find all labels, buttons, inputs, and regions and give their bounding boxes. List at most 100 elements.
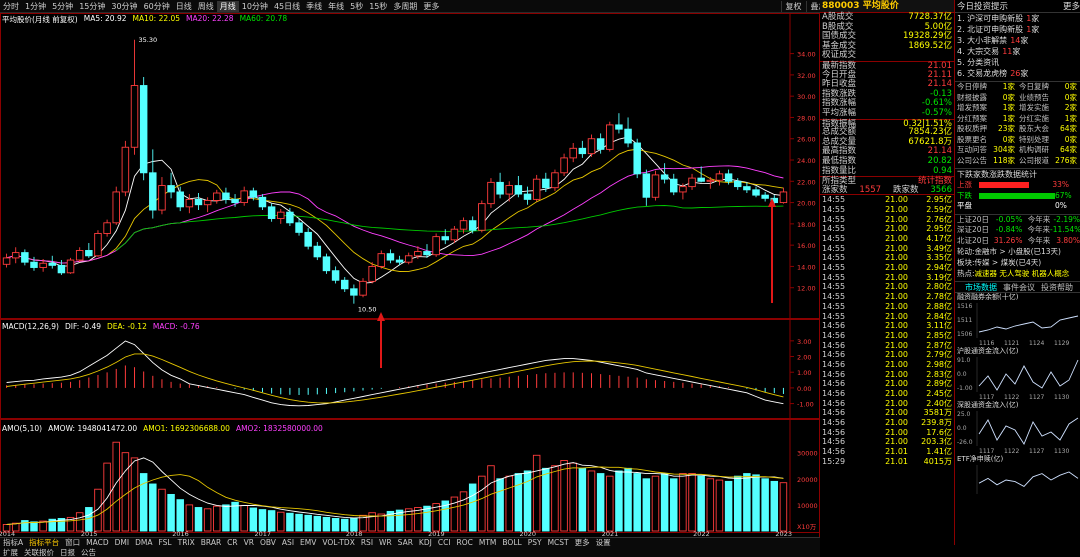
stat-label[interactable]: 互动问答	[957, 145, 991, 156]
indicator-tab[interactable]: BOLL	[499, 538, 524, 548]
mini-x-tick: 1122	[1004, 394, 1019, 401]
candle	[185, 198, 194, 208]
indicator-tab[interactable]: 更多	[572, 538, 593, 548]
timeframe-tab[interactable]: 季线	[303, 1, 325, 12]
info-tab[interactable]: 事件会议	[1003, 282, 1035, 292]
indicator-tab[interactable]: MTM	[476, 538, 500, 548]
macd-tick: 0.00	[797, 385, 811, 393]
stat-label[interactable]: 机构调研	[1015, 145, 1053, 156]
indicator-tab[interactable]: CCI	[435, 538, 454, 548]
indicator-tab[interactable]: TRIX	[175, 538, 198, 548]
tick-time: 14:55	[822, 195, 846, 205]
news-item[interactable]: 6. 交易龙虎榜 26家	[955, 68, 1080, 79]
price-tick: 14.00	[797, 263, 816, 271]
stat-label[interactable]: 业绩预告	[1015, 93, 1053, 104]
indicator-tab[interactable]: VOL-TDX	[319, 538, 357, 548]
news-text: 2. 北证可申购新股	[957, 25, 1024, 34]
timeframe-tab[interactable]: 45日线	[271, 1, 303, 12]
tick-volume: 203.3亿	[921, 437, 952, 447]
indicator-tab[interactable]: KDJ	[416, 538, 435, 548]
indicator-tab[interactable]: DMA	[132, 538, 155, 548]
indicator-tab[interactable]: MCST	[545, 538, 572, 548]
stat-label[interactable]: 公司报道	[1015, 156, 1053, 167]
tick-time: 14:55	[822, 204, 846, 214]
timeframe-tab[interactable]: 5秒	[347, 1, 366, 12]
candle	[213, 192, 221, 201]
amo-bar	[724, 480, 733, 532]
indicator-tab[interactable]: ASI	[279, 538, 297, 548]
info-tab[interactable]: 投资帮助	[1041, 282, 1073, 292]
indicator-tab[interactable]: EMV	[297, 538, 319, 548]
indicator-tab[interactable]: 窗口	[62, 538, 83, 548]
news-item[interactable]: 1. 沪深可申购新股 1家	[955, 13, 1080, 24]
tool-button[interactable]: 复权	[780, 0, 806, 12]
indicator-tab[interactable]: WR	[376, 538, 395, 548]
amo-bar	[697, 475, 705, 532]
tick-volume: 4015万	[923, 456, 952, 466]
news-item[interactable]: 3. 大小非解禁 14家	[955, 35, 1080, 46]
timeframe-tab[interactable]: 周线	[195, 1, 217, 12]
news-unit: 家	[1012, 47, 1021, 56]
tick-row: 14:55 21.00 4.17亿	[820, 234, 954, 244]
tick-row: 15:29 21.01 4015万	[820, 457, 954, 467]
timeframe-tab[interactable]: 15分钟	[76, 1, 108, 12]
indicator-tab[interactable]: FSL	[155, 538, 174, 548]
timeframe-tab[interactable]: 日线	[173, 1, 195, 12]
tick-list[interactable]: 14:55 21.00 2.95亿 14:55 21.00 2.59亿 14:55 21.00…	[820, 195, 954, 466]
indicator-tab[interactable]: OBV	[257, 538, 279, 548]
timeframe-tab[interactable]: 5分钟	[49, 1, 76, 12]
stat-label[interactable]: 特别处理	[1015, 135, 1053, 146]
bottom-tab[interactable]: 公告	[78, 548, 99, 557]
amo-bar	[121, 452, 130, 532]
timeframe-tab[interactable]: 分时	[0, 1, 22, 12]
candle	[340, 279, 349, 290]
kline-chart-area[interactable]: 平均股价(月线 前复权) MA5: 20.92 MA10: 22.05 MA20…	[0, 13, 820, 538]
mini-x-tick: 1127	[1029, 448, 1044, 455]
bottom-tab[interactable]: 扩展	[0, 548, 21, 557]
stat-label[interactable]: 增发预案	[957, 103, 991, 114]
info-tab[interactable]: 市场数据	[965, 282, 997, 292]
indicator-tab[interactable]: 指标A	[0, 538, 26, 548]
stat-label[interactable]: 股票更名	[957, 135, 991, 146]
amo-bar	[267, 510, 276, 532]
tick-volume: 2.83亿	[926, 369, 952, 379]
indicator-tab[interactable]: SAR	[395, 538, 416, 548]
timeframe-tab[interactable]: 10分钟	[239, 1, 271, 12]
indicator-tab[interactable]: PSY	[525, 538, 545, 548]
stat-label[interactable]: 今日停牌	[957, 82, 991, 93]
stat-label[interactable]: 分红预案	[957, 114, 991, 125]
indicator-tab[interactable]: MACD	[83, 538, 111, 548]
bottom-tab[interactable]: 关联报价	[21, 548, 57, 557]
stat-label[interactable]: 财报披露	[957, 93, 991, 104]
timeframe-tab[interactable]: 1分钟	[22, 1, 49, 12]
timeframe-tab[interactable]: 月线	[216, 0, 239, 12]
indicator-tab[interactable]: 指标平台	[26, 538, 62, 548]
timeframe-tab[interactable]: 年线	[325, 1, 347, 12]
news-item[interactable]: 2. 北证可申购新股 1家	[955, 24, 1080, 35]
amo-bar	[21, 520, 29, 532]
timeframe-tab[interactable]: 30分钟	[108, 1, 140, 12]
timeframe-tab[interactable]: 多周期	[390, 1, 420, 12]
hot-value[interactable]: 减速器 无人驾驶 机器人概念	[975, 269, 1070, 278]
stat-label[interactable]: 公司公告	[957, 156, 991, 167]
indicator-tab[interactable]: VR	[241, 538, 257, 548]
news-item[interactable]: 5. 分类资讯	[955, 57, 1080, 68]
info-more-link[interactable]: 更多	[1063, 0, 1080, 12]
stat-label[interactable]: 今日复牌	[1015, 82, 1053, 93]
stat-label[interactable]: 股权质押	[957, 124, 991, 135]
indicator-tab[interactable]: ROC	[454, 538, 476, 548]
indicator-tab[interactable]: DMI	[112, 538, 132, 548]
bottom-tab[interactable]: 日报	[57, 548, 78, 557]
tick-price: 21.00	[885, 350, 908, 360]
indicator-tab[interactable]: RSI	[358, 538, 376, 548]
indicator-tab[interactable]: CR	[224, 538, 240, 548]
timeframe-tab[interactable]: 60分钟	[141, 1, 173, 12]
stat-label[interactable]: 增发实施	[1015, 103, 1053, 114]
stat-label[interactable]: 分红实施	[1015, 114, 1053, 125]
stat-label[interactable]: 股东大会	[1015, 124, 1053, 135]
timeframe-tab[interactable]: 15秒	[366, 1, 390, 12]
indicator-tab[interactable]: 设置	[593, 538, 614, 548]
timeframe-tab[interactable]: 更多	[420, 1, 442, 12]
news-item[interactable]: 4. 大宗交易 11家	[955, 46, 1080, 57]
indicator-tab[interactable]: BRAR	[198, 538, 224, 548]
